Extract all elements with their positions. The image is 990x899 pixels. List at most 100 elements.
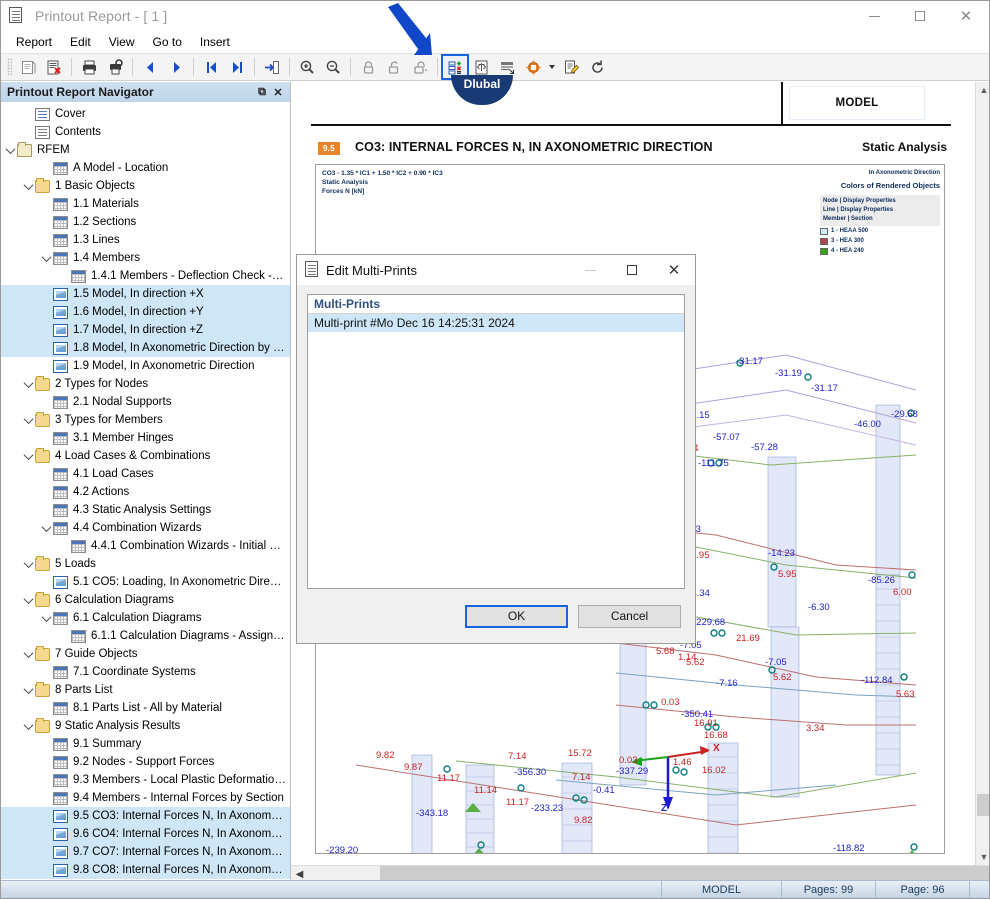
tree-item[interactable]: 9.6 CO4: Internal Forces N, In Axonom… — [1, 825, 290, 843]
tree-item[interactable]: 9.8 CO8: Internal Forces N, In Axonom… — [1, 861, 290, 879]
chevron-down-icon[interactable] — [21, 591, 35, 609]
tree-item[interactable]: 1.4 Members — [1, 249, 290, 267]
undock-icon[interactable]: ⧉ — [254, 84, 270, 100]
list-item[interactable]: Multi-print #Mo Dec 16 14:25:31 2024 — [308, 314, 684, 332]
chevron-down-icon[interactable] — [21, 645, 35, 663]
export-icon[interactable] — [520, 55, 546, 79]
tree-item[interactable]: 6.1 Calculation Diagrams — [1, 609, 290, 627]
unlock-icon[interactable] — [381, 55, 407, 79]
tree-item[interactable]: 4.4.1 Combination Wizards - Initial … — [1, 537, 290, 555]
menu-item-edit[interactable]: Edit — [61, 32, 100, 52]
menu-item-view[interactable]: View — [100, 32, 144, 52]
page-vertical-scrollbar[interactable]: ▲ ▼ — [975, 82, 989, 865]
dialog-minimize-button[interactable] — [569, 255, 611, 285]
tree-item[interactable]: 1.1 Materials — [1, 195, 290, 213]
status-resize-grip[interactable] — [969, 880, 989, 898]
edit-report-icon[interactable] — [558, 55, 584, 79]
chevron-down-icon[interactable] — [21, 717, 35, 735]
scroll-up-arrow-icon[interactable]: ▲ — [976, 82, 989, 98]
export-dropdown-caret-icon[interactable] — [546, 55, 558, 79]
tree-item[interactable]: 4.4 Combination Wizards — [1, 519, 290, 537]
maximize-button[interactable] — [897, 1, 943, 31]
zoom-in-icon[interactable] — [294, 55, 320, 79]
tree-item[interactable]: 1.9 Model, In Axonometric Direction — [1, 357, 290, 375]
page-scroll-thumb[interactable] — [977, 794, 989, 816]
tree-item[interactable]: 9.5 CO3: Internal Forces N, In Axonom… — [1, 807, 290, 825]
chevron-down-icon[interactable] — [21, 681, 35, 699]
tree-item[interactable]: Contents — [1, 123, 290, 141]
tree-item[interactable]: 3.1 Member Hinges — [1, 429, 290, 447]
tree-item[interactable]: RFEM — [1, 141, 290, 159]
toolbar-grip[interactable] — [7, 58, 12, 76]
chevron-down-icon[interactable] — [3, 141, 17, 159]
chevron-down-icon[interactable] — [21, 375, 35, 393]
dialog-maximize-button[interactable] — [611, 255, 653, 285]
tree-item-label: 5 Loads — [55, 558, 96, 570]
go-to-page-icon[interactable] — [259, 55, 285, 79]
menu-item-insert[interactable]: Insert — [191, 32, 239, 52]
tree-item[interactable]: A Model - Location — [1, 159, 290, 177]
first-page-icon[interactable] — [198, 55, 224, 79]
tree-item[interactable]: 5 Loads — [1, 555, 290, 573]
tree-item[interactable]: 4.2 Actions — [1, 483, 290, 501]
chevron-down-icon[interactable] — [39, 249, 53, 267]
print-icon[interactable] — [76, 55, 102, 79]
next-page-icon[interactable] — [163, 55, 189, 79]
tree-item[interactable]: 4.3 Static Analysis Settings — [1, 501, 290, 519]
chevron-down-icon[interactable] — [39, 609, 53, 627]
tree-item[interactable]: 5.1 CO5: Loading, In Axonometric Direc… — [1, 573, 290, 591]
lock-all-icon[interactable] — [407, 55, 433, 79]
tree-item[interactable]: 1.7 Model, In direction +Z — [1, 321, 290, 339]
tree-item-label: 1.9 Model, In Axonometric Direction — [73, 360, 255, 372]
lock-icon[interactable] — [355, 55, 381, 79]
tree-item[interactable]: 4 Load Cases & Combinations — [1, 447, 290, 465]
tree-item[interactable]: 1.5 Model, In direction +X — [1, 285, 290, 303]
tree-item[interactable]: 2 Types for Nodes — [1, 375, 290, 393]
menu-item-goto[interactable]: Go to — [144, 32, 191, 52]
cancel-button[interactable]: Cancel — [578, 604, 681, 628]
tree-item[interactable]: Cover — [1, 105, 290, 123]
tree-item[interactable]: 9.1 Summary — [1, 735, 290, 753]
multi-prints-list[interactable]: Multi-Prints Multi-print #Mo Dec 16 14:2… — [307, 294, 685, 589]
previous-page-icon[interactable] — [137, 55, 163, 79]
chevron-down-icon[interactable] — [21, 555, 35, 573]
tree-item[interactable]: 9.7 CO7: Internal Forces N, In Axonom… — [1, 843, 290, 861]
ok-button[interactable]: OK — [465, 604, 568, 628]
navigator-tree[interactable]: Cover Contents RFEM A Model - Location 1 Bas… — [1, 102, 290, 882]
refresh-icon[interactable] — [584, 55, 610, 79]
chevron-down-icon[interactable] — [21, 447, 35, 465]
menu-item-report[interactable]: Report — [7, 32, 61, 52]
minimize-button[interactable] — [851, 1, 897, 31]
chevron-down-icon[interactable] — [39, 519, 53, 537]
tree-item[interactable]: 9 Static Analysis Results — [1, 717, 290, 735]
tree-item[interactable]: 7.1 Coordinate Systems — [1, 663, 290, 681]
tree-item[interactable]: 9.3 Members - Local Plastic Deformation… — [1, 771, 290, 789]
scroll-down-arrow-icon[interactable]: ▼ — [976, 849, 989, 865]
chevron-down-icon[interactable] — [21, 411, 35, 429]
close-button[interactable]: ✕ — [943, 1, 989, 31]
tree-item[interactable]: 9.2 Nodes - Support Forces — [1, 753, 290, 771]
tree-item[interactable]: 8 Parts List — [1, 681, 290, 699]
print-preview-icon[interactable] — [15, 55, 41, 79]
tree-item[interactable]: 1.2 Sections — [1, 213, 290, 231]
tree-item[interactable]: 2.1 Nodal Supports — [1, 393, 290, 411]
print-settings-icon[interactable] — [102, 55, 128, 79]
tree-item[interactable]: 1 Basic Objects — [1, 177, 290, 195]
last-page-icon[interactable] — [224, 55, 250, 79]
tree-item[interactable]: 6 Calculation Diagrams — [1, 591, 290, 609]
tree-item[interactable]: 9.4 Members - Internal Forces by Section — [1, 789, 290, 807]
tree-item[interactable]: 4.1 Load Cases — [1, 465, 290, 483]
tree-item[interactable]: 1.3 Lines — [1, 231, 290, 249]
tree-item[interactable]: 1.4.1 Members - Deflection Check - … — [1, 267, 290, 285]
chevron-down-icon[interactable] — [21, 177, 35, 195]
tree-item[interactable]: 3 Types for Members — [1, 411, 290, 429]
zoom-out-icon[interactable] — [320, 55, 346, 79]
tree-item[interactable]: 1.6 Model, In direction +Y — [1, 303, 290, 321]
tree-item[interactable]: 7 Guide Objects — [1, 645, 290, 663]
tree-item[interactable]: 6.1.1 Calculation Diagrams - Assign… — [1, 627, 290, 645]
tree-item[interactable]: 1.8 Model, In Axonometric Direction by … — [1, 339, 290, 357]
delete-report-icon[interactable] — [41, 55, 67, 79]
tree-item[interactable]: 8.1 Parts List - All by Material — [1, 699, 290, 717]
navigator-close-icon[interactable]: ✕ — [270, 84, 286, 100]
dialog-close-button[interactable]: ✕ — [653, 255, 695, 285]
